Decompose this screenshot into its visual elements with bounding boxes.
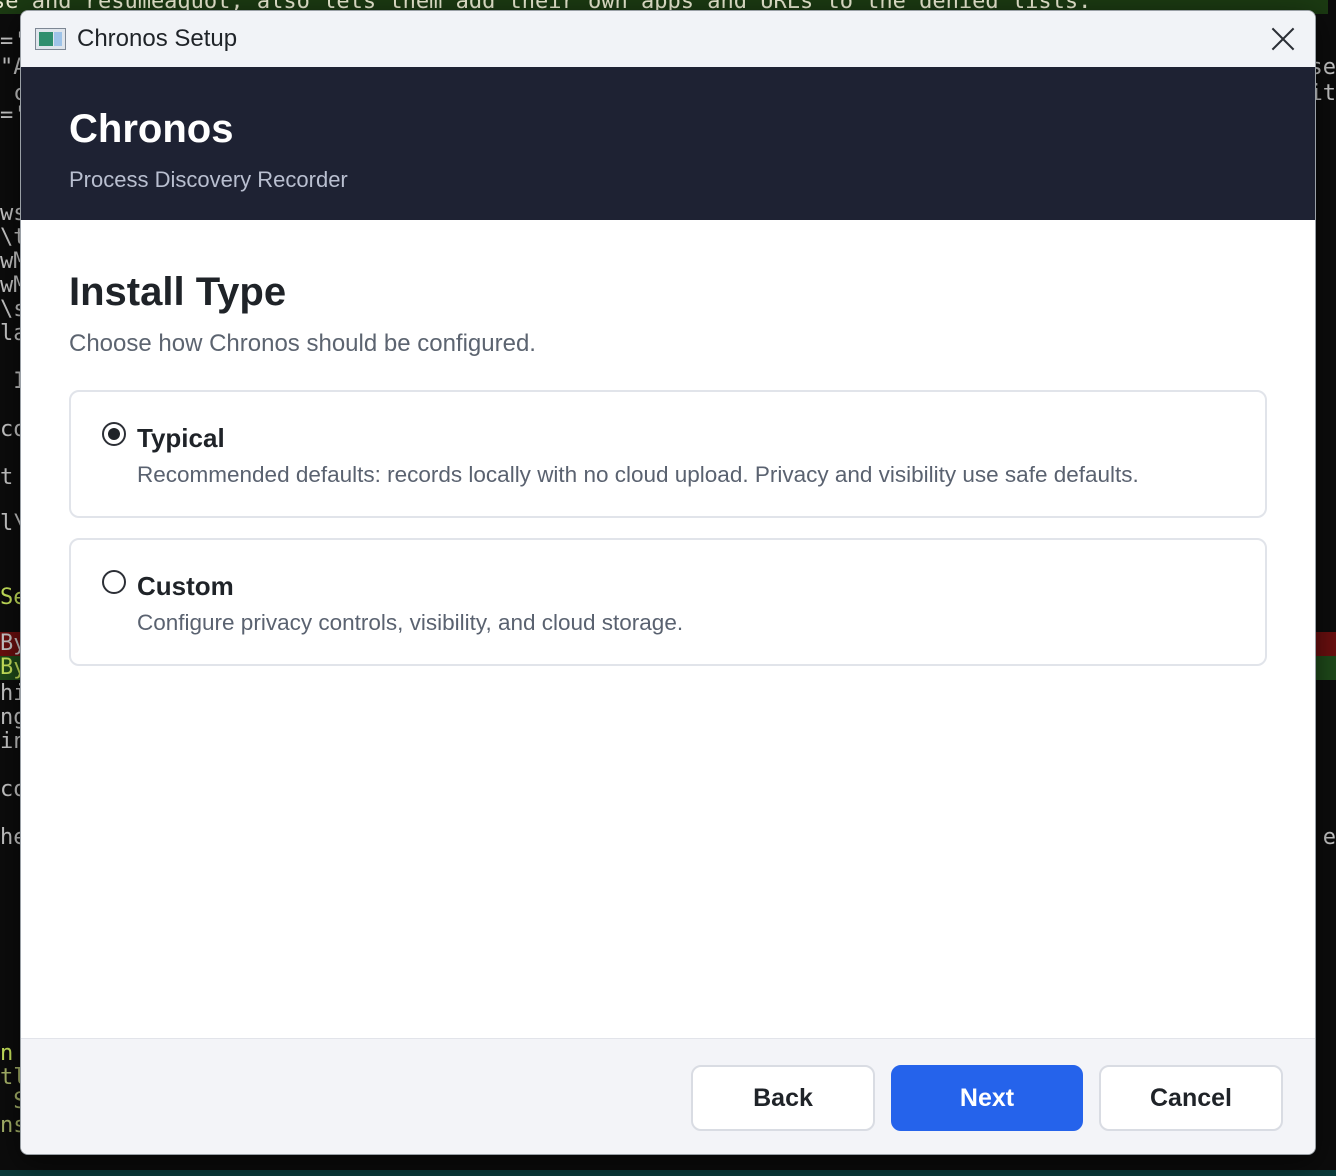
page-subtitle: Choose how Chronos should be configured. [69, 330, 536, 357]
cancel-button[interactable]: Cancel [1099, 1065, 1283, 1131]
back-button[interactable]: Back [691, 1065, 875, 1131]
radio-typical[interactable] [102, 422, 126, 446]
radio-custom[interactable] [102, 570, 126, 594]
window-title: Chronos Setup [77, 25, 238, 52]
terminal-line: n [0, 1041, 14, 1066]
option-label: Typical [137, 423, 225, 453]
option-description: Recommended defaults: records locally wi… [137, 462, 1139, 487]
brand-name: Chronos [69, 107, 234, 151]
setup-dialog: Chronos Setup Chronos Process Discovery … [20, 10, 1316, 1155]
terminal-line: e [1322, 825, 1336, 850]
button-bar: Back Next Cancel [21, 1038, 1315, 1154]
brand-subtitle: Process Discovery Recorder [69, 167, 348, 192]
title-bar[interactable]: Chronos Setup [21, 11, 1315, 67]
header-banner: Chronos Process Discovery Recorder [21, 67, 1315, 220]
next-button[interactable]: Next [891, 1065, 1083, 1131]
terminal-status-bar [0, 1170, 1336, 1176]
page-title: Install Type [69, 270, 287, 314]
content-area: Install Type Choose how Chronos should b… [21, 270, 1315, 666]
close-icon[interactable] [1269, 25, 1297, 53]
option-description: Configure privacy controls, visibility, … [137, 610, 684, 635]
app-icon [35, 28, 66, 50]
option-typical[interactable]: Typical Recommended defaults: records lo… [69, 390, 1267, 518]
terminal-line: t [0, 465, 14, 490]
option-custom[interactable]: Custom Configure privacy controls, visib… [69, 538, 1267, 666]
option-label: Custom [137, 571, 234, 601]
